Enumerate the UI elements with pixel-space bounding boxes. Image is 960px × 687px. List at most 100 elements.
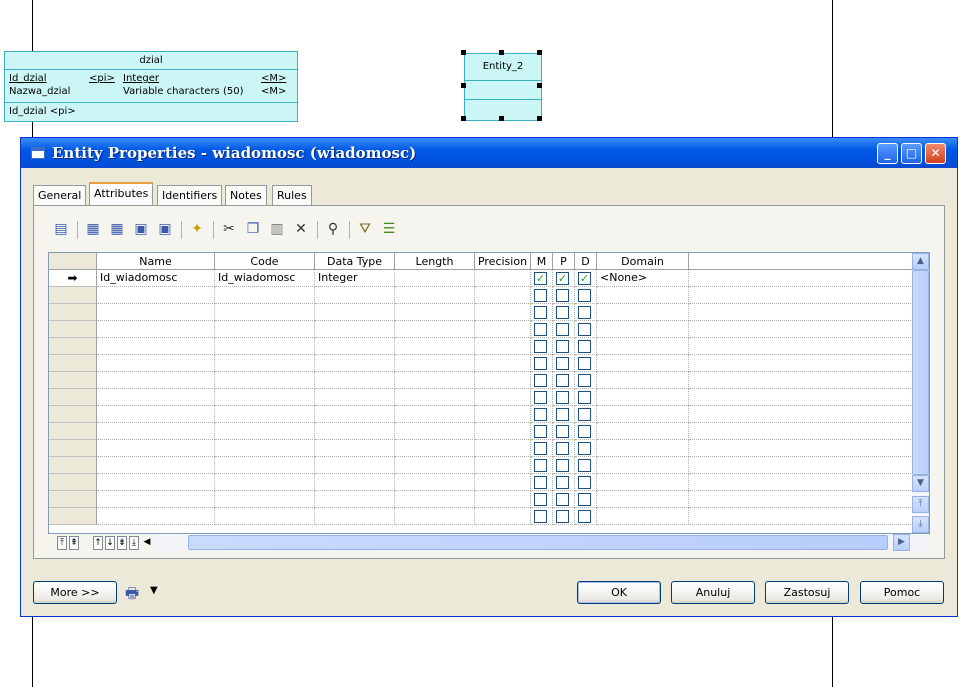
empty-cell[interactable] [597, 440, 689, 457]
empty-checkbox[interactable] [534, 391, 547, 404]
empty-cell[interactable] [215, 389, 315, 406]
horizontal-scrollbar[interactable]: ▶ [156, 534, 930, 551]
empty-cell[interactable] [531, 406, 553, 423]
empty-cell[interactable] [315, 338, 395, 355]
add-attributes-icon[interactable]: ▣ [131, 219, 151, 239]
empty-cell[interactable] [315, 491, 395, 508]
paste-icon[interactable]: ▥ [267, 219, 287, 239]
empty-cell[interactable] [531, 355, 553, 372]
column-header-precision[interactable]: Precision [475, 253, 531, 270]
empty-checkbox[interactable] [534, 306, 547, 319]
empty-cell[interactable] [553, 355, 575, 372]
empty-cell[interactable] [97, 355, 215, 372]
empty-checkbox[interactable] [534, 289, 547, 302]
tab-notes[interactable]: Notes [225, 185, 267, 205]
empty-checkbox[interactable] [578, 340, 591, 353]
empty-checkbox[interactable] [578, 289, 591, 302]
cell-precision[interactable] [475, 270, 531, 287]
empty-cell[interactable] [395, 355, 475, 372]
entity-2[interactable]: Entity_2 [464, 53, 542, 121]
row-header[interactable] [49, 389, 97, 406]
empty-cell[interactable] [395, 287, 475, 304]
empty-cell[interactable] [215, 423, 315, 440]
empty-checkbox[interactable] [578, 459, 591, 472]
empty-checkbox[interactable] [578, 476, 591, 489]
empty-cell[interactable] [215, 287, 315, 304]
empty-checkbox[interactable] [534, 476, 547, 489]
empty-checkbox[interactable] [556, 476, 569, 489]
empty-cell[interactable] [575, 287, 597, 304]
empty-cell[interactable] [575, 355, 597, 372]
empty-cell[interactable] [97, 321, 215, 338]
move-up-button[interactable]: ↑ [93, 536, 103, 550]
empty-cell[interactable] [475, 491, 531, 508]
empty-cell[interactable] [553, 338, 575, 355]
cell-data-type[interactable]: Integer [315, 270, 395, 287]
empty-cell[interactable] [553, 372, 575, 389]
empty-checkbox[interactable] [578, 306, 591, 319]
empty-cell[interactable] [215, 508, 315, 525]
selection-handle[interactable] [461, 83, 466, 88]
empty-cell[interactable] [553, 457, 575, 474]
row-header[interactable] [49, 338, 97, 355]
filter-icon[interactable]: ⛛ [355, 219, 375, 239]
empty-cell[interactable] [553, 423, 575, 440]
minimize-button[interactable]: _ [877, 143, 898, 164]
empty-cell[interactable] [575, 440, 597, 457]
empty-cell[interactable] [395, 491, 475, 508]
empty-cell[interactable] [475, 321, 531, 338]
column-header-data-type[interactable]: Data Type [315, 253, 395, 270]
column-header-m[interactable]: M [531, 253, 553, 270]
empty-cell[interactable] [97, 389, 215, 406]
empty-cell[interactable] [531, 423, 553, 440]
tab-attributes[interactable]: Attributes [89, 182, 154, 205]
empty-cell[interactable] [395, 423, 475, 440]
empty-cell[interactable] [97, 304, 215, 321]
empty-cell[interactable] [597, 406, 689, 423]
scroll-right-button[interactable]: ▶ [893, 534, 910, 551]
empty-cell[interactable] [531, 474, 553, 491]
row-header[interactable] [49, 508, 97, 525]
row-marker[interactable]: ➡ [49, 270, 97, 287]
empty-cell[interactable] [395, 406, 475, 423]
empty-cell[interactable] [475, 508, 531, 525]
row-header[interactable] [49, 440, 97, 457]
add-row-icon[interactable]: ▦ [83, 219, 103, 239]
empty-cell[interactable] [315, 355, 395, 372]
empty-cell[interactable] [475, 355, 531, 372]
empty-cell[interactable] [475, 457, 531, 474]
chevron-down-icon[interactable]: ▼ [150, 585, 158, 596]
more-button[interactable]: More >> [33, 581, 117, 604]
selection-handle[interactable] [537, 83, 542, 88]
empty-cell[interactable] [475, 372, 531, 389]
empty-cell[interactable] [315, 287, 395, 304]
empty-cell[interactable] [597, 508, 689, 525]
cell-length[interactable] [395, 270, 475, 287]
empty-cell[interactable] [531, 508, 553, 525]
empty-checkbox[interactable] [578, 510, 591, 523]
empty-cell[interactable] [395, 474, 475, 491]
row-header[interactable] [49, 355, 97, 372]
empty-cell[interactable] [475, 423, 531, 440]
empty-checkbox[interactable] [534, 425, 547, 438]
delete-icon[interactable]: ✕ [291, 219, 311, 239]
column-header-code[interactable]: Code [215, 253, 315, 270]
empty-cell[interactable] [215, 372, 315, 389]
row-header[interactable] [49, 474, 97, 491]
scroll-down-button[interactable]: ▼ [912, 475, 929, 492]
empty-cell[interactable] [395, 457, 475, 474]
cut-icon[interactable]: ✂ [219, 219, 239, 239]
empty-cell[interactable] [531, 389, 553, 406]
print-icon[interactable]: 🖶 [125, 583, 139, 608]
help-button[interactable]: Pomoc [860, 581, 944, 604]
empty-cell[interactable] [395, 338, 475, 355]
scroll-bottom-button[interactable]: ⤓ [912, 516, 929, 533]
empty-cell[interactable] [553, 406, 575, 423]
column-header-name[interactable]: Name [97, 253, 215, 270]
empty-cell[interactable] [215, 321, 315, 338]
empty-checkbox[interactable] [578, 408, 591, 421]
empty-checkbox[interactable] [534, 442, 547, 455]
empty-cell[interactable] [575, 338, 597, 355]
move-page-up-button[interactable]: ⇞ [69, 536, 79, 550]
empty-cell[interactable] [97, 474, 215, 491]
